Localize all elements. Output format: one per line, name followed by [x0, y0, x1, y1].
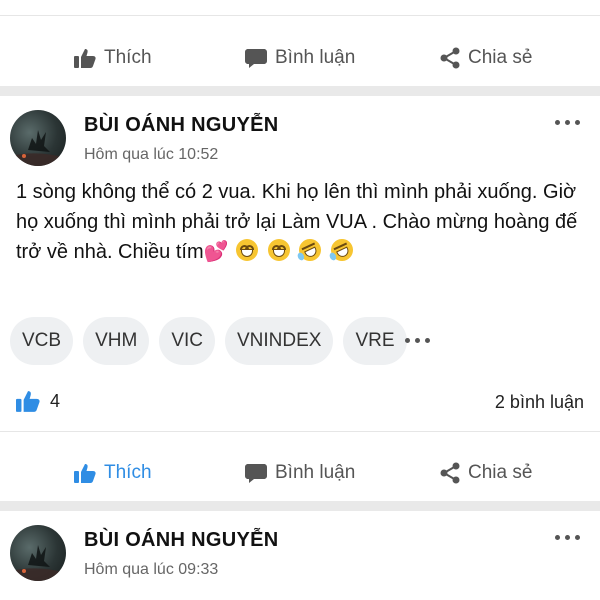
avatar-image [10, 545, 66, 581]
comment-icon [245, 49, 267, 68]
author-name[interactable]: BÙI OÁNH NGUYỄN [84, 114, 279, 137]
dot [565, 535, 570, 540]
dot [575, 535, 580, 540]
comment-button[interactable]: Bình luận [245, 445, 355, 501]
like-label: Thích [104, 47, 152, 68]
grin-emoji [267, 239, 290, 261]
heart-emoji: 💕 [203, 241, 229, 263]
dot [425, 338, 430, 343]
tag-vnindex[interactable]: VNINDEX [225, 317, 334, 365]
comment-count[interactable]: 2 bình luận [495, 392, 584, 413]
thumbs-up-icon [16, 391, 40, 412]
share-button[interactable]: Chia sẻ [440, 30, 532, 86]
avatar[interactable] [10, 525, 66, 581]
divider [0, 431, 600, 432]
dot [555, 535, 560, 540]
more-options-button[interactable] [555, 535, 580, 540]
like-button[interactable]: Thích [74, 445, 152, 501]
post-stats: 4 2 bình luận [0, 390, 600, 420]
more-options-button[interactable] [555, 120, 580, 125]
thumbs-up-icon [74, 464, 96, 483]
dot [565, 120, 570, 125]
rofl-emoji [295, 235, 325, 265]
author-name[interactable]: BÙI OÁNH NGUYỄN [84, 529, 279, 552]
post-timestamp: Hôm qua lúc 09:33 [84, 561, 219, 578]
divider [0, 15, 600, 16]
post-action-bar: Thích Bình luận Chia sẻ [0, 445, 600, 501]
more-tags-button[interactable] [405, 338, 430, 343]
post-text: 1 sòng không thể có 2 vua. Khi họ lên th… [16, 181, 578, 263]
tag-vhm[interactable]: VHM [83, 317, 150, 365]
dot [405, 338, 410, 343]
thumbs-up-icon [74, 49, 96, 68]
avatar[interactable] [10, 110, 66, 166]
grin-emoji [236, 239, 259, 261]
like-label: Thích [104, 462, 152, 483]
post-timestamp: Hôm qua lúc 10:52 [84, 146, 219, 163]
dot [555, 120, 560, 125]
post-body: 1 sòng không thể có 2 vua. Khi họ lên th… [16, 177, 588, 267]
share-label: Chia sẻ [468, 462, 533, 483]
tag-vcb[interactable]: VCB [10, 317, 74, 365]
comment-button[interactable]: Bình luận [245, 30, 355, 86]
post-divider-band [0, 86, 600, 96]
share-icon [440, 462, 460, 484]
dot [415, 338, 420, 343]
comment-icon [245, 464, 267, 483]
tag-vre[interactable]: VRE [343, 317, 407, 365]
stock-tags: VCB VHM VIC VNINDEX VRE [10, 317, 407, 365]
like-count[interactable]: 4 [16, 390, 60, 412]
like-count-value: 4 [50, 390, 61, 411]
post-header: BÙI OÁNH NGUYỄN Hôm qua lúc 09:33 [0, 511, 600, 591]
like-button[interactable]: Thích [74, 30, 152, 86]
tag-vic[interactable]: VIC [159, 317, 215, 365]
previous-post-action-bar: Thích Bình luận Chia sẻ [0, 30, 600, 86]
post-divider-band [0, 501, 600, 511]
comment-label: Bình luận [275, 462, 356, 483]
post-header: BÙI OÁNH NGUYỄN Hôm qua lúc 10:52 [0, 96, 600, 176]
comment-label: Bình luận [275, 47, 356, 68]
avatar-image [10, 130, 66, 166]
rofl-emoji [327, 235, 357, 265]
dot [575, 120, 580, 125]
share-button[interactable]: Chia sẻ [440, 445, 532, 501]
share-label: Chia sẻ [468, 47, 533, 68]
share-icon [440, 47, 460, 69]
